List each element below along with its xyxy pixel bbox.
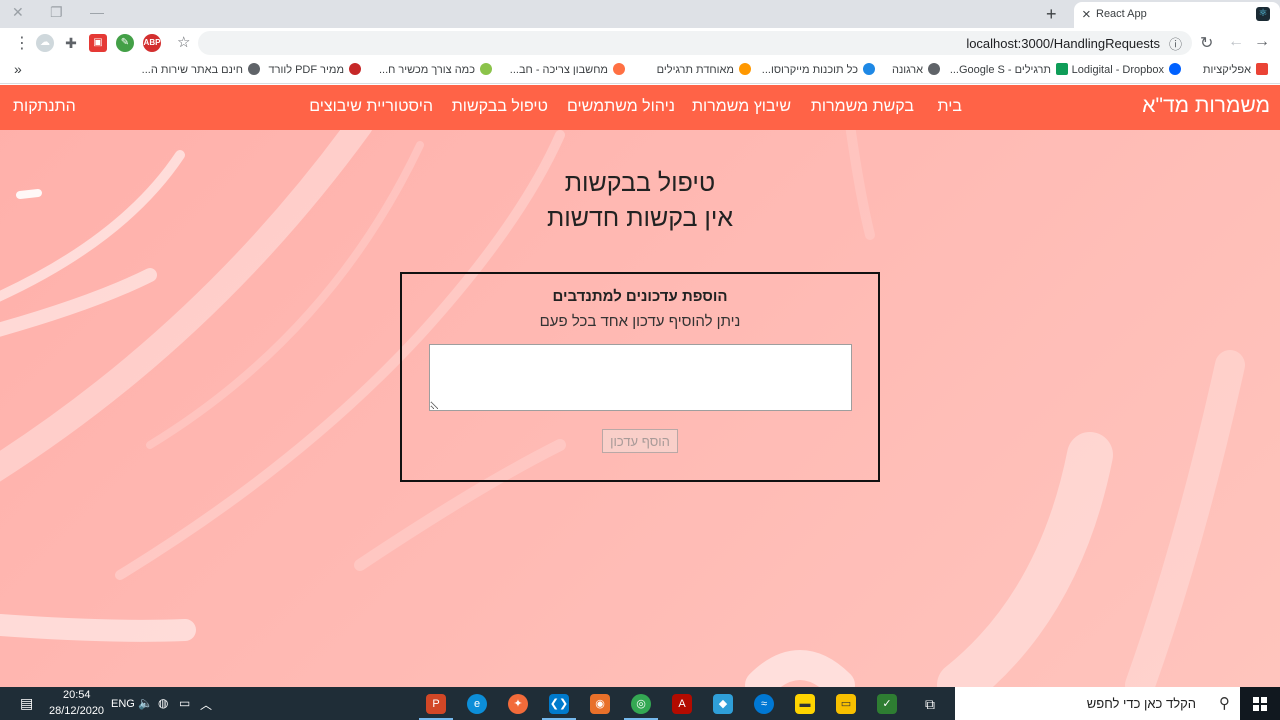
forward-arrow-icon[interactable]: →	[1254, 33, 1270, 51]
weather-app-icon[interactable]: ≈	[754, 694, 774, 714]
back-arrow-icon[interactable]: ←	[1228, 33, 1244, 51]
browser-tab-bar: ✕ ❐ — + × React App ⚛	[0, 0, 1280, 28]
app-diamond-icon[interactable]: ◆	[713, 694, 733, 714]
sticky-notes-icon[interactable]: ▬	[795, 694, 815, 714]
app-container: משמרות מד"א בית בקשת משמרות שיבוץ משמרות…	[0, 85, 1280, 687]
notifications-icon[interactable]: ▤	[20, 695, 33, 712]
clock-time[interactable]: 20:54	[63, 689, 91, 701]
bookmark-meuhedet[interactable]: מאוחדת תרגילים	[657, 63, 751, 76]
nav-link-shift-assignment[interactable]: שיבוץ משמרות	[692, 98, 791, 116]
weather-extension-icon[interactable]: ☁	[36, 34, 54, 52]
bookmark-argona[interactable]: ארגונה	[892, 63, 940, 76]
pdf-converter-icon	[349, 63, 361, 75]
vscode-icon[interactable]: ❮❯	[549, 694, 569, 714]
minimize-window-icon[interactable]: —	[90, 4, 104, 20]
bookmark-apps[interactable]: אפליקציות	[1203, 63, 1268, 76]
bookmarks-bar: » אפליקציות Lodigital - Dropbox תרגילים …	[0, 58, 1280, 84]
nav-link-user-management[interactable]: ניהול משתמשים	[567, 98, 675, 116]
recycle-icon	[480, 63, 492, 75]
add-updates-card: הוספת עדכונים למתנדבים ניתן להוסיף עדכון…	[400, 272, 880, 482]
meuhedet-icon	[739, 63, 751, 75]
page-title: טיפול בבקשות	[564, 169, 716, 197]
nav-link-handling-requests[interactable]: טיפול בבקשות	[452, 98, 548, 116]
bookmark-device-power[interactable]: כמה צורך מכשיר ח...	[379, 63, 492, 76]
spreadsheet-app-icon[interactable]: ✓	[877, 694, 897, 714]
add-updates-title: הוספת עדכונים למתנדבים	[552, 288, 728, 305]
browser-tab[interactable]: × React App ⚛	[1074, 2, 1280, 28]
nav-link-home[interactable]: בית	[938, 98, 962, 116]
taskbar-search-box[interactable]: ⚲ הקלד כאן כדי לחפש	[955, 687, 1240, 720]
bookmark-star-icon[interactable]: ☆	[177, 33, 190, 51]
battery-icon[interactable]: ▭	[179, 696, 190, 710]
apps-grid-icon	[1256, 63, 1268, 75]
globe-icon	[928, 63, 940, 75]
bookmark-dropbox[interactable]: Lodigital - Dropbox	[1072, 63, 1181, 76]
show-hidden-icons-chevron-icon[interactable]: ︿	[200, 696, 212, 713]
globe-icon	[248, 63, 260, 75]
eyedropper-extension-icon[interactable]: ✎	[116, 34, 134, 52]
tab-title: React App	[1096, 8, 1147, 20]
search-icon: ⚲	[1219, 695, 1230, 712]
top-navbar: משמרות מד"א בית בקשת משמרות שיבוץ משמרות…	[0, 85, 1280, 130]
address-url: localhost:3000/HandlingRequests	[966, 36, 1160, 51]
nav-link-shift-request[interactable]: בקשת משמרות	[811, 98, 914, 116]
windows-logo-icon	[1253, 697, 1267, 711]
restore-window-icon[interactable]: ❐	[50, 4, 63, 21]
edge-icon[interactable]: e	[467, 694, 487, 714]
more-bookmarks-icon[interactable]: »	[14, 61, 22, 77]
site-info-icon[interactable]: ⓘ	[1169, 34, 1182, 53]
menu-kebab-icon[interactable]: ⋮	[14, 33, 30, 53]
address-bar[interactable]: localhost:3000/HandlingRequests ⓘ	[198, 31, 1192, 55]
dropbox-icon	[1169, 63, 1181, 75]
sheets-icon	[1056, 63, 1068, 75]
network-globe-icon[interactable]: ◍	[158, 696, 168, 710]
acrobat-icon[interactable]: A	[672, 694, 692, 714]
close-window-icon[interactable]: ✕	[12, 4, 24, 21]
react-favicon-icon: ⚛	[1256, 7, 1270, 21]
task-view-icon[interactable]: ⧉	[925, 696, 935, 713]
volume-icon[interactable]: 🔈	[138, 696, 153, 710]
microsoft-icon	[863, 63, 875, 75]
swift-icon[interactable]: ✦	[508, 694, 528, 714]
calculator-icon	[613, 63, 625, 75]
reload-icon[interactable]: ↻	[1200, 33, 1213, 53]
add-update-button[interactable]: הוסף עדכון	[602, 429, 678, 453]
bookmark-google-sheets[interactable]: תרגילים - Google S...	[950, 63, 1068, 76]
start-button[interactable]	[1240, 687, 1280, 720]
windows-taskbar: ▤ 20:54 28/12/2020 ENG 🔈 ◍ ▭ ︿ P e ✦ ❮❯ …	[0, 687, 1280, 720]
add-updates-hint: ניתן להוסיף עדכון אחד בכל פעם	[539, 313, 741, 330]
shield-app-icon[interactable]: ◉	[590, 694, 610, 714]
language-indicator[interactable]: ENG	[111, 698, 135, 710]
new-tab-button[interactable]: +	[1046, 4, 1057, 25]
taskbar-search-placeholder: הקלד כאן כדי לחפש	[1086, 696, 1196, 711]
pdf-extension-icon[interactable]: ▣	[89, 34, 107, 52]
logout-link[interactable]: התנתקות	[13, 98, 76, 116]
chrome-icon[interactable]: ◎	[631, 694, 651, 714]
file-explorer-icon[interactable]: ▭	[836, 694, 856, 714]
adblock-extension-icon[interactable]: ABP	[143, 34, 161, 52]
bookmark-pdf-converter[interactable]: ממיר PDF לוורד	[269, 63, 361, 76]
clock-date[interactable]: 28/12/2020	[49, 705, 104, 717]
bookmark-consumption-calc[interactable]: מחשבון צריכה - חב...	[510, 63, 625, 76]
browser-toolbar: ⋮ ☁ ✚ ▣ ✎ ABP ☆ ⚿ localhost:3000/Handlin…	[0, 28, 1280, 58]
bookmark-microsoft[interactable]: כל תוכנות מייקרוסו...	[762, 63, 875, 76]
brand-title[interactable]: משמרות מד"א	[1142, 94, 1270, 118]
update-textarea[interactable]	[429, 344, 852, 411]
page-subtitle: אין בקשות חדשות	[546, 204, 734, 232]
tab-close-icon[interactable]: ×	[1082, 6, 1091, 23]
extensions-puzzle-icon[interactable]: ✚	[62, 34, 80, 52]
bookmark-free-service[interactable]: חינם באתר שירות ה...	[142, 63, 260, 76]
nav-link-assignment-history[interactable]: היסטוריית שיבוצים	[309, 98, 433, 116]
powerpoint-icon[interactable]: P	[426, 694, 446, 714]
